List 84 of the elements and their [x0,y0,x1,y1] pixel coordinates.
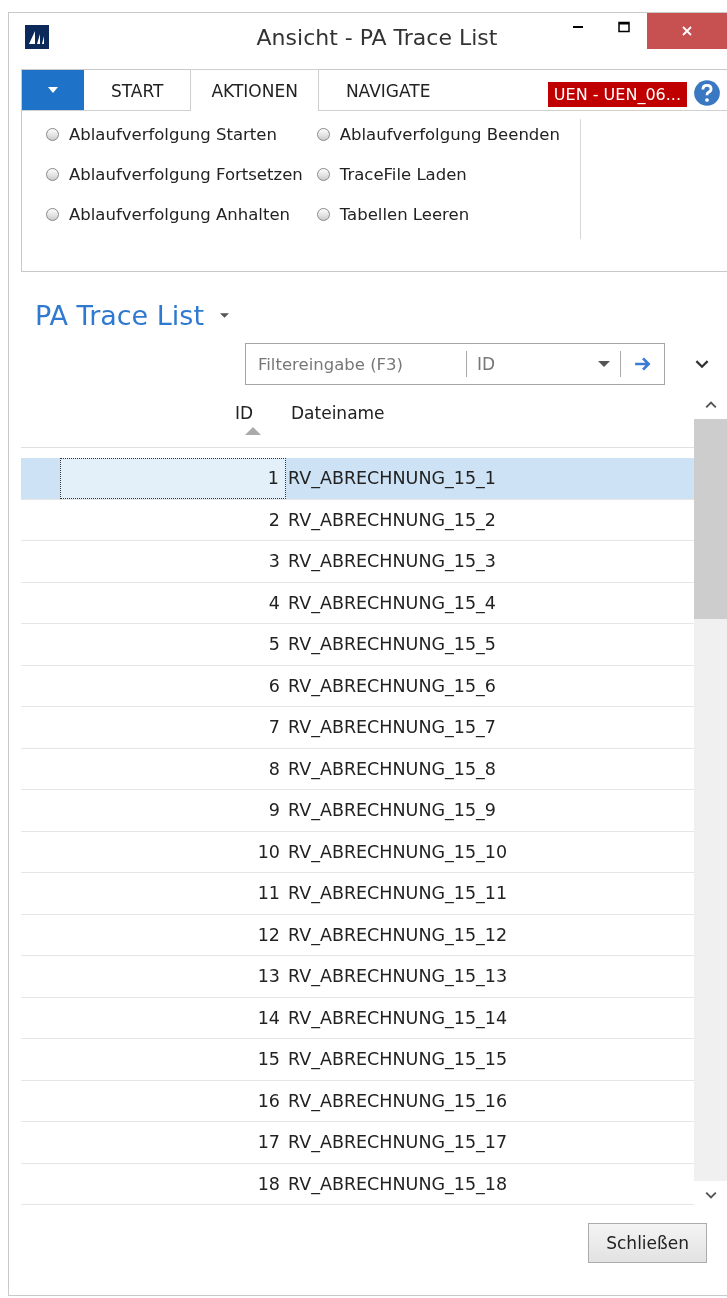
window-title: Ansicht - PA Trace List [255,24,499,50]
table-cell-text: RV_ABRECHNUNG_15_13 [287,966,508,987]
close-dialog-button[interactable]: Schließen [588,1223,707,1263]
table-cell-text: RV_ABRECHNUNG_15_14 [287,1007,508,1028]
table-cell-text: 2 [267,509,281,530]
table-row[interactable]: 17 RV_ABRECHNUNG_15_17 [21,1122,694,1164]
table-cell-text: 16 [256,1090,281,1111]
column-header[interactable]: ID [234,403,253,423]
table-cell-text: RV_ABRECHNUNG_15_18 [287,1173,508,1194]
table-cell-text: RV_ABRECHNUNG_15_17 [287,1132,508,1153]
table-row[interactable]: 8 RV_ABRECHNUNG_15_8 [21,748,694,790]
table-cell-text: 15 [256,1049,281,1070]
table-cell: 1 [60,458,286,499]
table-row[interactable]: 6 RV_ABRECHNUNG_15_6 [21,665,694,707]
field-dropdown[interactable]: ID [466,351,620,377]
table-cell-text: RV_ABRECHNUNG_15_8 [287,758,496,779]
table-cell-text: 18 [256,1173,281,1194]
table-cell-text: RV_ABRECHNUNG_15_11 [287,883,508,904]
table-row[interactable]: 11 RV_ABRECHNUNG_15_11 [21,873,694,915]
table-cell-text: 6 [267,675,281,696]
table-row[interactable]: 7 RV_ABRECHNUNG_15_7 [21,707,694,749]
arrow-right-icon [633,357,652,371]
caret-icon[interactable] [220,313,229,318]
table-cell-text: 13 [256,966,281,987]
ribbon-action[interactable]: Tabellen Leeren [316,199,560,229]
table-row[interactable]: 18 RV_ABRECHNUNG_15_18 [21,1163,694,1205]
table-cell-text: RV_ABRECHNUNG_15_10 [287,841,508,862]
table-cell-text: RV_ABRECHNUNG_15_16 [287,1090,508,1111]
logo-icon [25,25,49,49]
company-badge: UEN - UEN_06... [547,81,687,107]
table-row[interactable]: 3 RV_ABRECHNUNG_15_3 [21,541,694,583]
ribbon-tab[interactable]: NAVIGATE [324,70,452,110]
ribbon-action[interactable]: Ablaufverfolgung Beenden [316,119,560,149]
ribbon-action[interactable]: TraceFile Laden [316,159,560,189]
table-row[interactable]: 10 RV_ABRECHNUNG_15_10 [21,831,694,873]
table-cell-text: RV_ABRECHNUNG_15_15 [287,1049,508,1070]
table-row[interactable]: 15 RV_ABRECHNUNG_15_15 [21,1039,694,1081]
table-cell-text: 10 [256,841,281,862]
scroll-up-icon[interactable] [704,401,717,409]
table-cell-text: RV_ABRECHNUNG_15_5 [287,634,496,655]
column-header[interactable]: Dateiname [291,403,385,423]
scrollbar-thumb[interactable] [694,419,727,619]
table-cell-text: RV_ABRECHNUNG_15_1 [287,468,496,489]
help-icon[interactable] [693,79,721,107]
ribbon-action[interactable]: Ablaufverfolgung Starten [46,119,303,149]
table-cell-text: 17 [256,1132,281,1153]
caret-down-icon [48,87,58,93]
table-cell-text: RV_ABRECHNUNG_15_9 [287,800,496,821]
ribbon-action[interactable]: Ablaufverfolgung Fortsetzen [46,159,303,189]
minimize-icon [573,26,583,28]
table-cell-text: 12 [256,924,281,945]
table-row[interactable]: 4 RV_ABRECHNUNG_15_4 [21,582,694,624]
table-row[interactable]: 16 RV_ABRECHNUNG_15_16 [21,1080,694,1122]
table-cell-text: RV_ABRECHNUNG_15_4 [287,592,496,613]
table-cell-text: 4 [267,592,281,613]
close-icon [681,25,693,37]
table-cell-text: 8 [267,758,281,779]
chevron-down-icon[interactable] [695,359,709,369]
table-cell-text: RV_ABRECHNUNG_15_6 [287,675,496,696]
table-cell-text: RV_ABRECHNUNG_15_12 [287,924,508,945]
table-row[interactable]: 9 RV_ABRECHNUNG_15_9 [21,790,694,832]
table-cell-text: 3 [267,551,281,572]
table-cell-text: RV_ABRECHNUNG_15_7 [287,717,496,738]
ribbon-tab[interactable]: START [90,70,185,110]
caret-down-icon [598,361,610,367]
table-row[interactable]: 14 RV_ABRECHNUNG_15_14 [21,997,694,1039]
table-cell-text: 7 [267,717,281,738]
scroll-down-icon[interactable] [704,1191,717,1199]
page-title[interactable]: PA Trace List [35,300,204,331]
table-row[interactable]: 13 RV_ABRECHNUNG_15_13 [21,956,694,998]
table-cell-text: 14 [256,1007,281,1028]
ribbon-action[interactable]: Ablaufverfolgung Anhalten [46,199,303,229]
table-cell-text: 11 [256,883,281,904]
table-row[interactable]: 5 RV_ABRECHNUNG_15_5 [21,624,694,666]
table-cell-text: 9 [267,800,281,821]
table-row[interactable]: 1 RV_ABRECHNUNG_15_1 [21,458,694,500]
maximize-icon [618,21,630,33]
table-cell-text: RV_ABRECHNUNG_15_3 [287,551,496,572]
table-cell-text: 5 [267,634,281,655]
scrollbar-track[interactable] [694,419,727,1181]
ribbon-tab[interactable]: AKTIONEN [190,69,319,111]
table-row[interactable]: 2 RV_ABRECHNUNG_15_2 [21,499,694,541]
table-cell-text: RV_ABRECHNUNG_15_2 [287,509,496,530]
table-row[interactable]: 12 RV_ABRECHNUNG_15_12 [21,914,694,956]
